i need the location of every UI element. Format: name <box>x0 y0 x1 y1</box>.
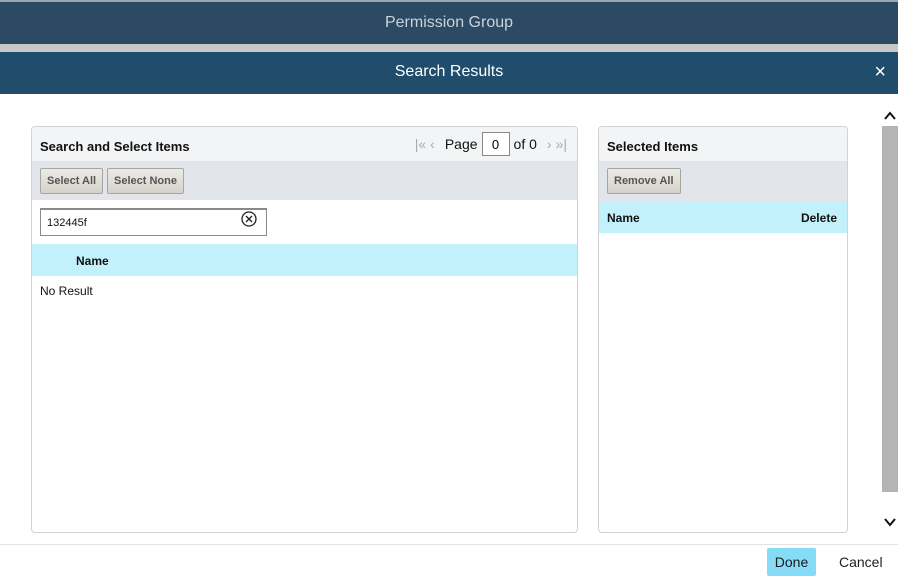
pager: |« ‹ Page of 0 › »| <box>415 132 567 156</box>
selected-name-column-label[interactable]: Name <box>607 211 640 225</box>
right-toolbar: Remove All <box>599 162 847 201</box>
select-all-button[interactable]: Select All <box>40 168 104 194</box>
name-column-header[interactable]: Name <box>32 244 577 276</box>
first-page-icon[interactable]: |« <box>415 136 426 152</box>
search-row <box>32 200 577 244</box>
selected-items-title: Selected Items <box>607 139 699 154</box>
next-page-icon[interactable]: › <box>547 136 552 152</box>
scrollbar-thumb[interactable] <box>882 126 898 492</box>
background-header: Permission Group <box>0 0 898 44</box>
page-number-input[interactable] <box>481 132 510 156</box>
scroll-up-icon[interactable] <box>882 108 898 124</box>
modal-title: Search Results <box>394 63 504 80</box>
cancel-button[interactable]: Cancel <box>839 554 883 570</box>
scroll-down-icon[interactable] <box>882 514 898 530</box>
page-label: Page <box>444 136 478 152</box>
selected-items-panel-header: Selected Items <box>599 127 847 162</box>
modal-header: Search Results × <box>0 52 898 94</box>
search-input[interactable] <box>40 208 267 236</box>
name-column-label: Name <box>76 254 109 268</box>
search-select-panel-header: Search and Select Items |« ‹ Page of 0 ›… <box>32 127 577 162</box>
background-title: Permission Group <box>384 14 514 31</box>
no-result-text: No Result <box>40 284 93 298</box>
modal-footer: Done Cancel <box>0 544 898 585</box>
select-none-button[interactable]: Select None <box>107 168 184 194</box>
left-toolbar: Select All Select None <box>32 162 577 200</box>
background-strip <box>0 44 898 52</box>
search-select-panel: Search and Select Items |« ‹ Page of 0 ›… <box>31 126 578 533</box>
modal-scrollbar[interactable] <box>880 106 898 534</box>
remove-all-button[interactable]: Remove All <box>607 168 681 194</box>
selected-items-panel: Selected Items Remove All Name Delete <box>598 126 848 533</box>
selected-items-column-header: Name Delete <box>599 201 847 233</box>
prev-page-icon[interactable]: ‹ <box>430 136 435 152</box>
clear-search-icon[interactable] <box>241 211 257 227</box>
page-count-label: of 0 <box>513 136 537 152</box>
search-select-title: Search and Select Items <box>40 139 190 154</box>
close-icon[interactable]: × <box>874 60 886 84</box>
selected-delete-column-label: Delete <box>800 211 837 225</box>
last-page-icon[interactable]: »| <box>556 136 567 152</box>
done-button[interactable]: Done <box>767 548 816 576</box>
